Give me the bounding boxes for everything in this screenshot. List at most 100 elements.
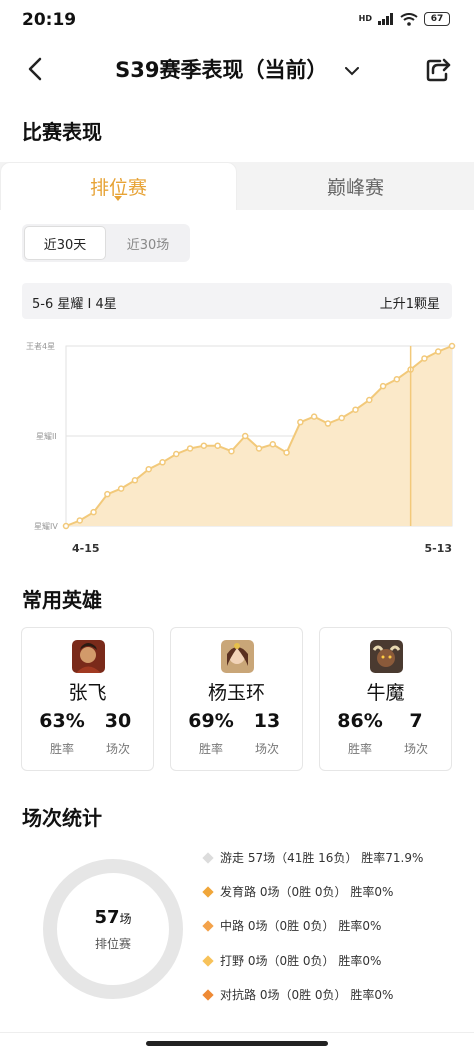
data-point — [434, 348, 442, 355]
role-donut-chart — [43, 859, 183, 999]
y-tick-label: 星耀II — [36, 432, 57, 441]
data-point — [117, 485, 125, 492]
range-30-games[interactable]: 近30场 — [108, 226, 188, 260]
winrate-label: 胜率 — [49, 742, 74, 756]
data-point — [379, 382, 387, 390]
role-text: 游走 57场（41胜 16负） 胜率71.9% — [220, 851, 424, 865]
games-label: 场次 — [254, 742, 279, 756]
share-button[interactable] — [424, 56, 454, 86]
hero-avatar — [72, 640, 105, 673]
signal-icon — [378, 13, 393, 25]
role-legend-item: 对抗路 0场（0胜 0负） 胜率0% — [202, 986, 393, 1003]
rank-summary: 5-6 星耀 I 4星 上升1颗星 — [22, 283, 452, 319]
winrate-label: 胜率 — [198, 742, 223, 756]
battery-icon: 67 — [424, 12, 450, 26]
data-point — [283, 449, 290, 456]
data-point — [214, 442, 221, 449]
wifi-icon — [400, 12, 418, 26]
role-legend-item: 打野 0场（0胜 0负） 胜率0% — [202, 952, 382, 969]
range-30-days[interactable]: 近30天 — [24, 226, 106, 260]
home-indicator[interactable] — [146, 1041, 328, 1046]
rank-current: 5-6 星耀 I 4星 — [32, 297, 117, 312]
tab-peak[interactable]: 巅峰赛 — [237, 162, 474, 210]
hero-winrate: 69% — [188, 710, 234, 732]
hero-name: 杨玉环 — [207, 682, 265, 704]
status-icons: HD 67 — [359, 12, 450, 26]
data-point — [76, 517, 84, 524]
data-point — [269, 441, 277, 448]
y-tick-label: 王者4星 — [26, 342, 55, 351]
data-point — [90, 508, 97, 516]
hero-card[interactable]: 张飞 63% 30 胜率 场次 — [21, 627, 154, 771]
data-point — [297, 418, 304, 426]
role-legend-item: 中路 0场（0胜 0负） 胜率0% — [202, 917, 382, 934]
hero-winrate: 86% — [337, 710, 383, 732]
chevron-down-icon — [344, 66, 359, 75]
games-label: 场次 — [403, 742, 428, 756]
donut-ring — [43, 859, 183, 999]
hero-games: 13 — [253, 710, 281, 732]
hero-avatar — [370, 640, 403, 673]
share-icon — [426, 58, 451, 82]
diamond-icon — [202, 851, 214, 864]
diamond-icon — [202, 885, 214, 898]
rank-trend-chart: 王者4星 星耀II 星耀IV 4-15 5-13 — [26, 342, 456, 555]
hero-games: 7 — [409, 710, 423, 732]
range-selector: 近30天 近30场 — [22, 224, 190, 262]
data-point — [448, 342, 456, 350]
data-point — [393, 375, 401, 383]
x-tick-label: 4-15 — [72, 542, 100, 555]
data-point — [241, 432, 249, 440]
hero-avatar — [221, 640, 254, 673]
data-point — [352, 406, 359, 413]
hd-indicator: HD — [358, 14, 372, 23]
nav-bar: S39赛季表现（当前） — [0, 44, 474, 98]
status-bar: 20:19 HD 67 — [0, 0, 474, 40]
page-title: S39赛季表现（当前） — [115, 58, 328, 82]
diamond-icon — [202, 919, 214, 932]
total-games-unit: 场 — [119, 912, 132, 926]
data-point — [338, 414, 345, 422]
rank-change: 上升1颗星 — [379, 297, 440, 312]
status-time: 20:19 — [22, 10, 77, 30]
mode-tabs: 排位赛 巅峰赛 — [0, 162, 474, 210]
total-games-label: 排位赛 — [94, 937, 131, 951]
role-text: 发育路 0场（0胜 0负） 胜率0% — [220, 885, 394, 899]
section-title-heroes: 常用英雄 — [22, 588, 102, 612]
data-point — [324, 420, 332, 427]
tab-ranked[interactable]: 排位赛 — [0, 162, 237, 210]
role-legend-item: 游走 57场（41胜 16负） 胜率71.9% — [202, 849, 424, 866]
data-point — [310, 413, 318, 420]
hero-card[interactable]: 杨玉环 69% 13 胜率 场次 — [170, 627, 303, 771]
data-point — [228, 447, 235, 455]
data-point — [421, 355, 428, 362]
data-point — [173, 450, 180, 458]
section-title-performance: 比赛表现 — [22, 120, 102, 144]
role-text: 中路 0场（0胜 0负） 胜率0% — [220, 919, 382, 933]
diamond-icon — [202, 988, 214, 1001]
role-legend-item: 发育路 0场（0胜 0负） 胜率0% — [202, 883, 394, 900]
divider — [0, 1032, 474, 1033]
hero-games: 30 — [104, 710, 132, 732]
total-games: 57场 — [42, 907, 184, 928]
games-label: 场次 — [105, 742, 130, 756]
hero-card[interactable]: 牛魔 86% 7 胜率 场次 — [319, 627, 452, 771]
hero-winrate: 63% — [39, 710, 85, 732]
hero-name: 牛魔 — [366, 682, 405, 704]
total-games-count: 57 — [94, 907, 120, 928]
data-point — [62, 522, 70, 530]
x-tick-label: 5-13 — [424, 542, 452, 555]
section-title-stats: 场次统计 — [22, 806, 102, 830]
data-point — [145, 465, 152, 473]
y-tick-label: 星耀IV — [34, 522, 58, 531]
data-point — [159, 459, 166, 466]
season-selector[interactable]: S39赛季表现（当前） — [0, 54, 474, 84]
role-text: 打野 0场（0胜 0负） 胜率0% — [220, 954, 382, 968]
data-point — [255, 445, 263, 452]
winrate-label: 胜率 — [347, 742, 372, 756]
data-point — [104, 490, 111, 498]
data-point — [186, 445, 194, 452]
hero-name: 张飞 — [68, 682, 107, 704]
data-point — [200, 442, 208, 449]
tab-active-indicator — [114, 196, 122, 201]
